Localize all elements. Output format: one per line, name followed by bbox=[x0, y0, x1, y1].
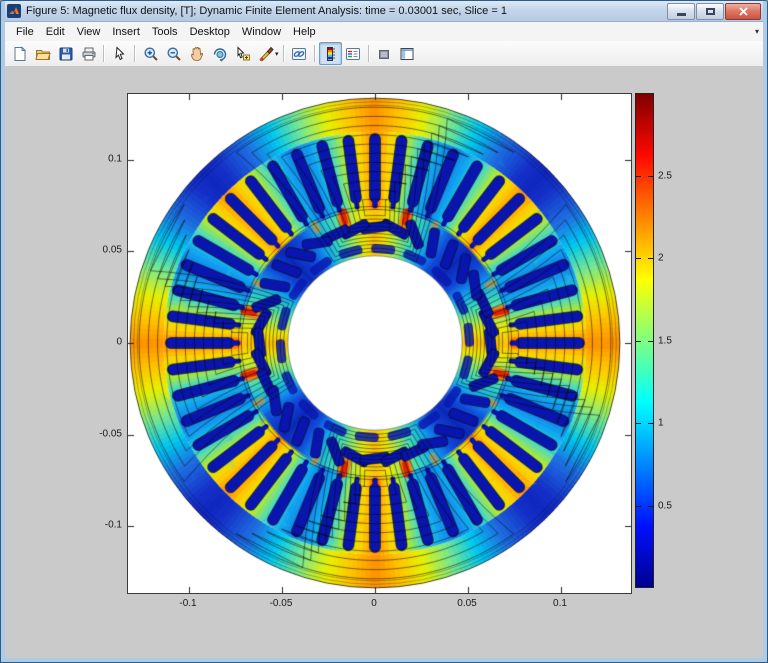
hide-plot-tools-icon bbox=[376, 46, 392, 62]
title-bar[interactable]: Figure 5: Magnetic flux density, [T]; Dy… bbox=[1, 1, 767, 22]
insert-legend-icon bbox=[345, 46, 361, 62]
colorbar-tick-mark bbox=[648, 341, 653, 342]
colorbar-tick-mark bbox=[648, 176, 653, 177]
maximize-icon bbox=[706, 8, 715, 15]
show-plot-tools-icon bbox=[399, 46, 415, 62]
colorbar-tick-mark bbox=[648, 506, 653, 507]
edit-plot-button[interactable] bbox=[108, 42, 131, 65]
zoom-out-button[interactable] bbox=[162, 42, 185, 65]
figure-canvas-area: -0.1 -0.05 0 0.05 0.1 0.1 0.05 0 -0.05 -0.1 0.5 1 1.… bbox=[5, 66, 763, 658]
menu-window[interactable]: Window bbox=[236, 24, 287, 40]
show-plot-tools-button[interactable] bbox=[396, 42, 419, 65]
rotate-3d-button[interactable] bbox=[208, 42, 231, 65]
brush-data-button[interactable] bbox=[254, 42, 277, 65]
insert-colorbar-icon bbox=[322, 46, 338, 62]
print-figure-icon bbox=[81, 46, 97, 62]
colorbar-tick-mark bbox=[636, 341, 641, 342]
y-axis-tick-label: 0.1 bbox=[82, 153, 122, 164]
menu-edit[interactable]: Edit bbox=[40, 24, 71, 40]
colorbar-tick-mark bbox=[648, 258, 653, 259]
toolbar-separator bbox=[103, 45, 105, 62]
minimize-icon bbox=[677, 13, 686, 16]
flux-density-plot[interactable] bbox=[128, 94, 631, 593]
colorbar-tick-mark bbox=[648, 423, 653, 424]
hide-plot-tools-button[interactable] bbox=[373, 42, 396, 65]
x-axis-tick-label: 0.1 bbox=[553, 598, 567, 609]
new-figure-button[interactable] bbox=[8, 42, 31, 65]
colorbar-tick-label: 1 bbox=[658, 418, 664, 429]
pan-icon bbox=[189, 46, 205, 62]
brush-data-icon bbox=[258, 46, 274, 62]
zoom-in-button[interactable] bbox=[139, 42, 162, 65]
save-figure-button[interactable] bbox=[54, 42, 77, 65]
x-axis-tick-label: 0.05 bbox=[457, 598, 476, 609]
colorbar-tick-label: 2.5 bbox=[658, 170, 672, 181]
menu-tools[interactable]: Tools bbox=[146, 24, 184, 40]
insert-legend-button[interactable] bbox=[342, 42, 365, 65]
y-axis-tick-label: 0.05 bbox=[82, 245, 122, 256]
toolbar-separator bbox=[314, 45, 316, 62]
colorbar-tick-mark bbox=[636, 176, 641, 177]
y-axis-tick-label: 0 bbox=[82, 337, 122, 348]
rotate-3d-icon bbox=[212, 46, 228, 62]
menu-insert[interactable]: Insert bbox=[106, 24, 146, 40]
data-cursor-icon bbox=[235, 46, 251, 62]
insert-colorbar-button[interactable] bbox=[319, 42, 342, 65]
print-figure-button[interactable] bbox=[77, 42, 100, 65]
open-file-icon bbox=[35, 46, 51, 62]
colorbar-tick-mark bbox=[636, 258, 641, 259]
matlab-logo-icon bbox=[7, 4, 21, 18]
link-plot-icon bbox=[291, 46, 307, 62]
y-axis-tick-label: -0.1 bbox=[82, 520, 122, 531]
close-icon bbox=[739, 7, 748, 16]
minimize-button[interactable] bbox=[667, 3, 695, 20]
menu-help[interactable]: Help bbox=[287, 24, 322, 40]
data-cursor-button[interactable] bbox=[231, 42, 254, 65]
zoom-in-icon bbox=[143, 46, 159, 62]
toolbar-separator bbox=[368, 45, 370, 62]
zoom-out-icon bbox=[166, 46, 182, 62]
close-button[interactable] bbox=[725, 3, 761, 20]
x-axis-tick-label: 0 bbox=[371, 598, 377, 609]
toolbar: ▾ bbox=[5, 41, 763, 67]
x-axis-tick-label: -0.1 bbox=[179, 598, 196, 609]
colorbar-tick-label: 2 bbox=[658, 253, 664, 264]
pan-button[interactable] bbox=[185, 42, 208, 65]
plot-axes bbox=[127, 93, 632, 594]
new-figure-icon bbox=[12, 46, 28, 62]
open-file-button[interactable] bbox=[31, 42, 54, 65]
save-figure-icon bbox=[58, 46, 74, 62]
colorbar-tick-label: 1.5 bbox=[658, 335, 672, 346]
x-axis-tick-label: -0.05 bbox=[270, 598, 293, 609]
colorbar-tick-mark bbox=[636, 423, 641, 424]
menu-bar: FileEditViewInsertToolsDesktopWindowHelp… bbox=[5, 22, 763, 42]
colorbar-tick-label: 0.5 bbox=[658, 500, 672, 511]
menu-view[interactable]: View bbox=[71, 24, 107, 40]
link-plot-button[interactable] bbox=[288, 42, 311, 65]
brush-dropdown-arrow-icon[interactable]: ▾ bbox=[275, 50, 279, 58]
y-axis-tick-label: -0.05 bbox=[82, 428, 122, 439]
maximize-button[interactable] bbox=[696, 3, 724, 20]
menu-desktop[interactable]: Desktop bbox=[184, 24, 236, 40]
edit-plot-icon bbox=[112, 46, 128, 62]
menu-file[interactable]: File bbox=[10, 24, 40, 40]
matlab-figure-window: Figure 5: Magnetic flux density, [T]; Dy… bbox=[0, 0, 768, 663]
toolbar-separator bbox=[134, 45, 136, 62]
toolbar-separator bbox=[283, 45, 285, 62]
window-title: Figure 5: Magnetic flux density, [T]; Dy… bbox=[26, 5, 663, 17]
colorbar-tick-mark bbox=[636, 506, 641, 507]
menubar-overflow-arrow[interactable]: ▾ bbox=[755, 27, 759, 36]
